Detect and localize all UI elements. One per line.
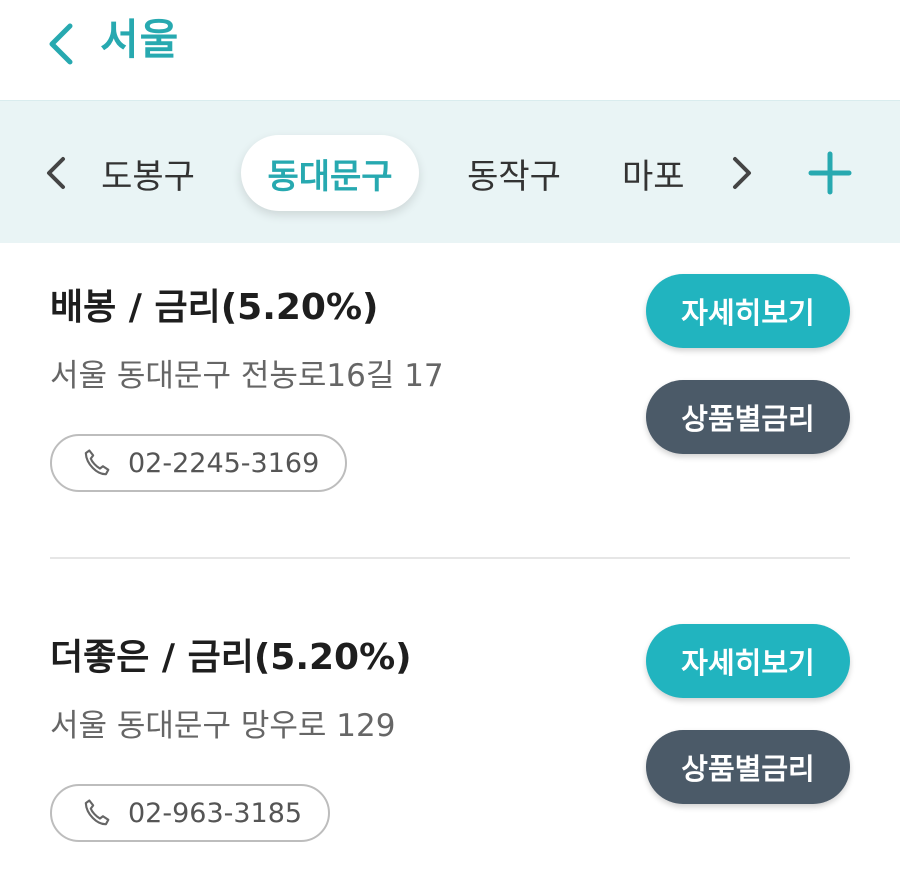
detail-button[interactable]: 자세히보기 bbox=[646, 624, 850, 698]
store-title: 더좋은 / 금리(5.20%) bbox=[50, 637, 412, 678]
tab-mapo[interactable]: 마포 bbox=[622, 135, 708, 211]
screen: 서울 도봉구 동대문구 동작구 마포 배봉 / 금리(5.20%) 서울 동대문… bbox=[0, 0, 900, 888]
chevron-right-icon bbox=[733, 157, 751, 189]
tab-dongjak[interactable]: 동작구 bbox=[458, 135, 570, 211]
district-tabs: 도봉구 동대문구 동작구 마포 bbox=[0, 100, 900, 243]
phone-number: 02-2245-3169 bbox=[128, 447, 320, 479]
list-item: 더좋은 / 금리(5.20%) 서울 동대문구 망우로 129 02-963-3… bbox=[0, 560, 900, 888]
plus-icon bbox=[808, 151, 852, 195]
store-address: 서울 동대문구 전농로16길 17 bbox=[50, 358, 444, 394]
app-header: 서울 bbox=[0, 0, 900, 100]
divider bbox=[50, 557, 850, 559]
tabs-prev-button[interactable] bbox=[36, 145, 76, 201]
tab-dongdaemun[interactable]: 동대문구 bbox=[241, 135, 419, 211]
phone-icon bbox=[80, 796, 114, 830]
phone-button[interactable]: 02-963-3185 bbox=[50, 784, 330, 842]
page-title: 서울 bbox=[100, 15, 180, 64]
phone-icon bbox=[80, 446, 114, 480]
store-address: 서울 동대문구 망우로 129 bbox=[50, 708, 396, 744]
chevron-left-icon bbox=[47, 157, 65, 189]
chevron-left-icon bbox=[49, 23, 73, 65]
tab-dobong[interactable]: 도봉구 bbox=[92, 135, 204, 211]
detail-button[interactable]: 자세히보기 bbox=[646, 274, 850, 348]
store-title: 배봉 / 금리(5.20%) bbox=[50, 287, 379, 328]
rate-by-product-button[interactable]: 상품별금리 bbox=[646, 380, 850, 454]
add-district-button[interactable] bbox=[800, 143, 860, 203]
phone-number: 02-963-3185 bbox=[128, 797, 303, 829]
back-button[interactable] bbox=[36, 16, 86, 72]
list-item: 배봉 / 금리(5.20%) 서울 동대문구 전농로16길 17 02-2245… bbox=[0, 242, 900, 558]
tabs-next-button[interactable] bbox=[722, 145, 762, 201]
phone-button[interactable]: 02-2245-3169 bbox=[50, 434, 347, 492]
rate-by-product-button[interactable]: 상품별금리 bbox=[646, 730, 850, 804]
